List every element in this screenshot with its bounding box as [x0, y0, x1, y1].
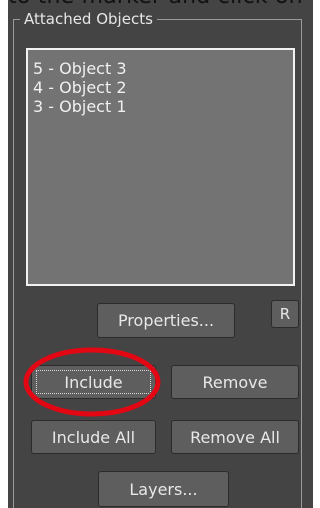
layers-button-label: Layers...	[129, 479, 198, 499]
include-button[interactable]: Include	[31, 365, 156, 399]
include-all-button[interactable]: Include All	[31, 420, 156, 454]
list-item[interactable]: 3 - Object 1	[28, 97, 293, 116]
include-all-button-label: Include All	[51, 427, 136, 447]
layers-button[interactable]: Layers...	[98, 471, 229, 507]
list-item[interactable]: 5 - Object 3	[28, 59, 293, 78]
r-button-label: R	[279, 305, 291, 323]
properties-button-label: Properties...	[117, 311, 215, 330]
attached-objects-listbox[interactable]: 5 - Object 3 4 - Object 2 3 - Object 1	[26, 48, 295, 286]
screenshot-stage: to the marker and click on Attached Obje…	[0, 0, 313, 508]
remove-button-label: Remove	[202, 372, 268, 392]
remove-button[interactable]: Remove	[171, 365, 299, 399]
properties-button[interactable]: Properties...	[97, 303, 235, 338]
cropped-caption-text: to the marker and click on	[8, 0, 303, 9]
remove-all-button-label: Remove All	[190, 427, 280, 447]
include-button-label: Include	[64, 372, 123, 392]
remove-all-button[interactable]: Remove All	[171, 420, 299, 454]
r-button[interactable]: R	[271, 300, 299, 328]
groupbox-title: Attached Objects	[20, 10, 157, 28]
screenshot-left-edge	[0, 0, 8, 508]
list-item[interactable]: 4 - Object 2	[28, 78, 293, 97]
